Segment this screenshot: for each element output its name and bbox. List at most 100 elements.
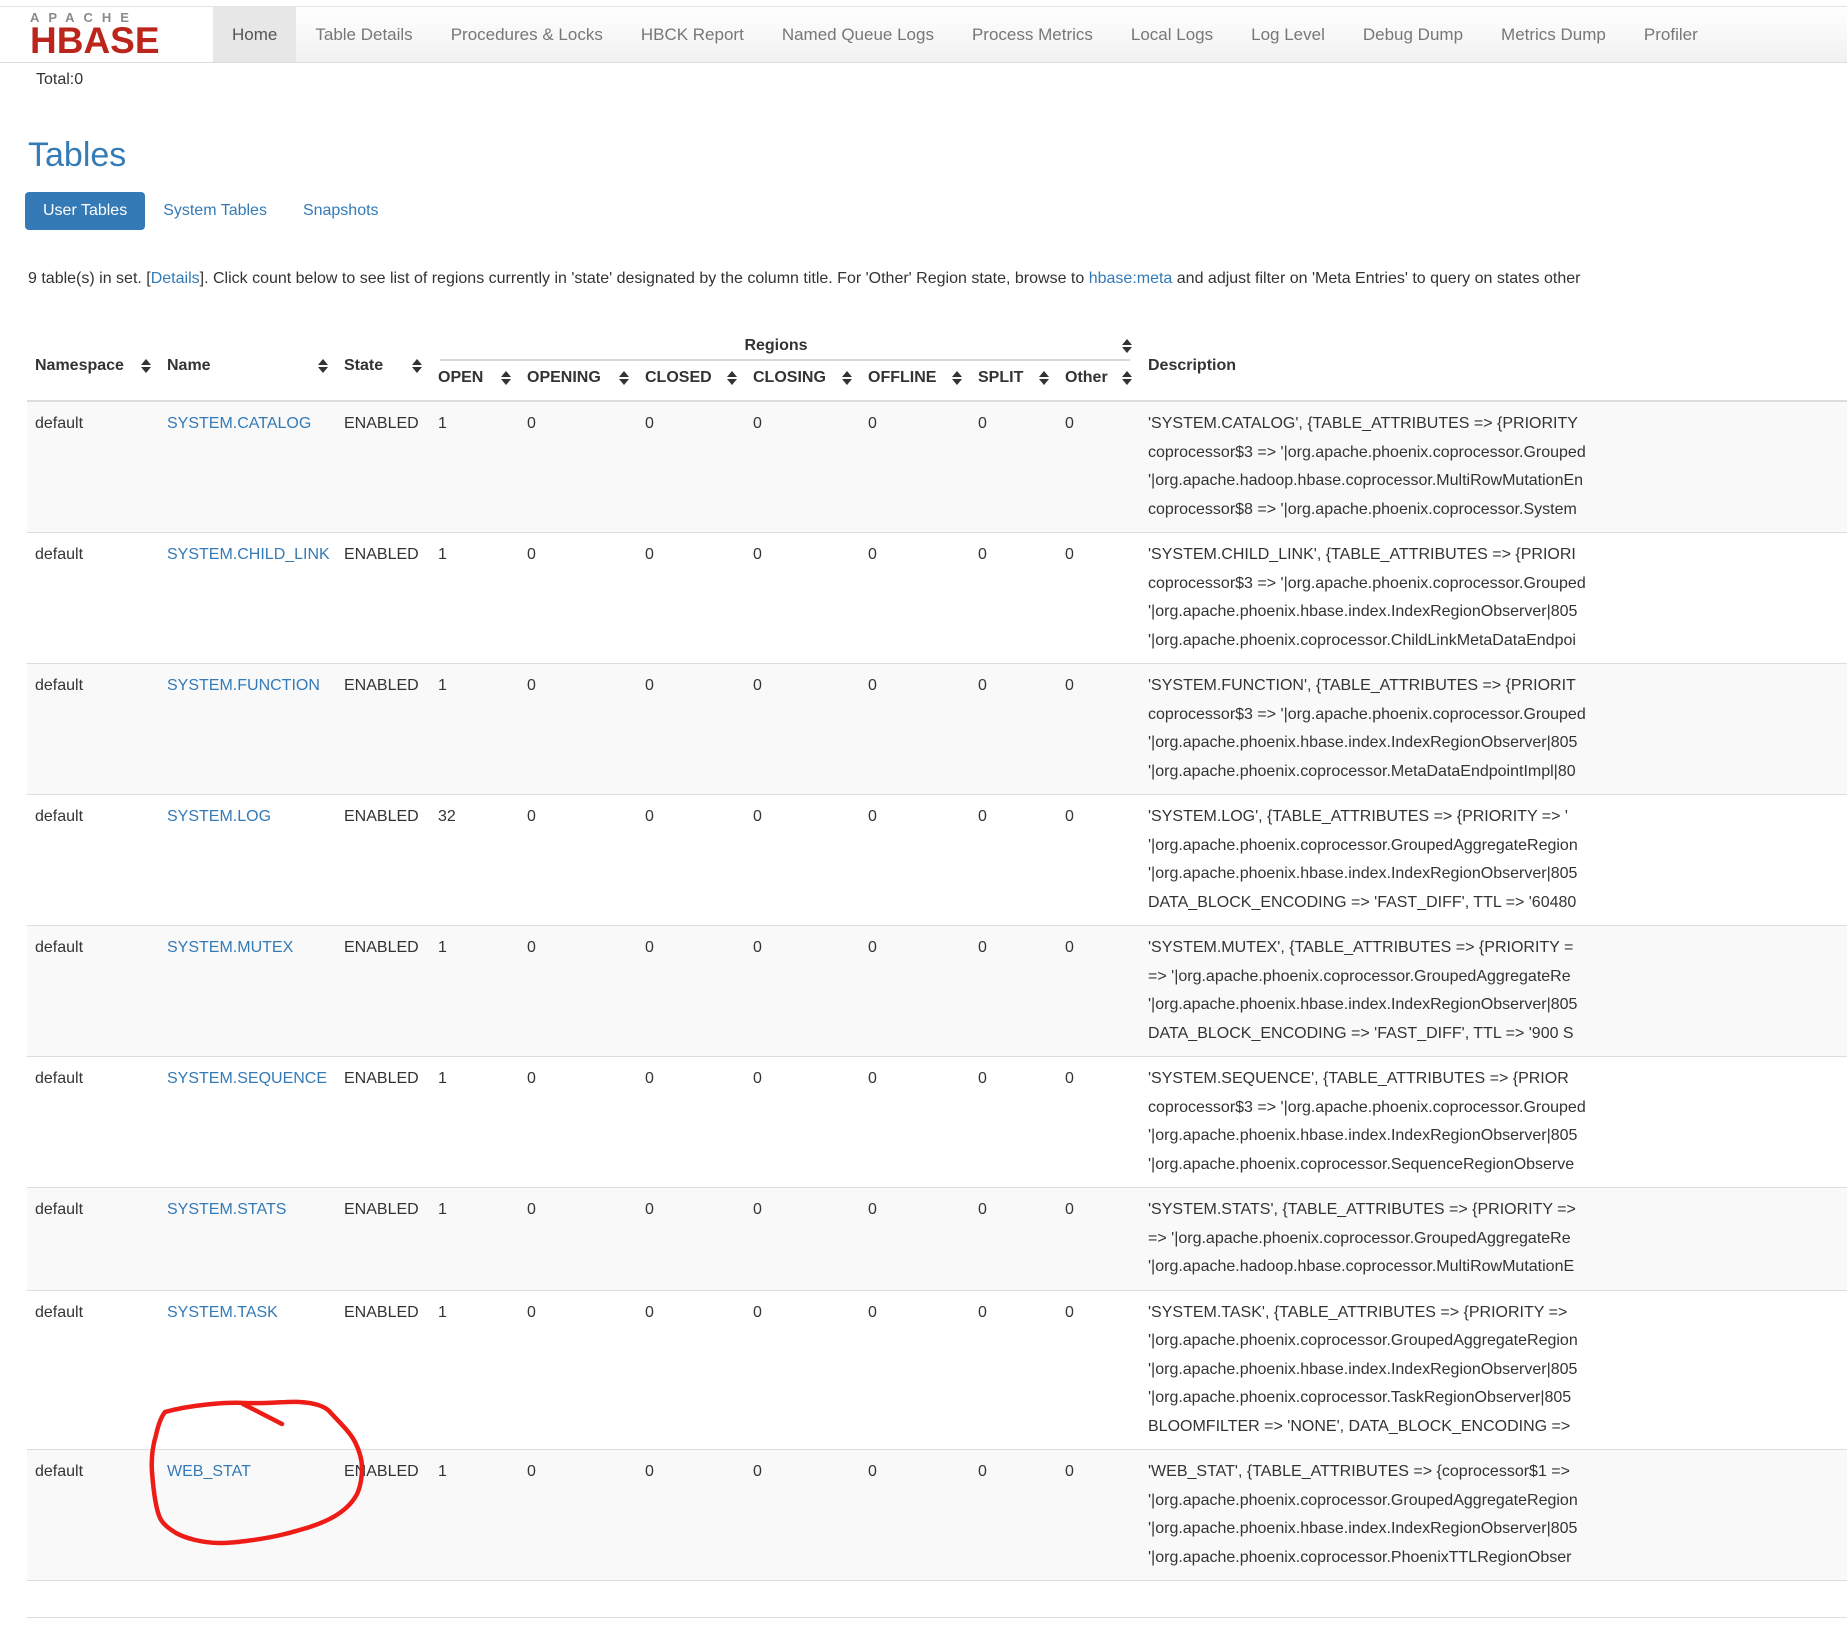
region-count-opening[interactable]: 0	[519, 1290, 637, 1450]
nav-item-named-queue-logs[interactable]: Named Queue Logs	[763, 7, 953, 62]
table-name-link[interactable]: SYSTEM.SEQUENCE	[167, 1070, 327, 1087]
sort-icon[interactable]	[1039, 371, 1049, 385]
region-count-closing[interactable]: 0	[745, 401, 860, 533]
nav-item-profiler[interactable]: Profiler	[1625, 7, 1717, 62]
region-count-offline[interactable]: 0	[860, 1057, 970, 1188]
sort-icon[interactable]	[619, 371, 629, 385]
hbase-meta-link[interactable]: hbase:meta	[1089, 270, 1173, 287]
nav-item-home[interactable]: Home	[213, 7, 296, 62]
col-header-split[interactable]: SPLIT	[970, 361, 1057, 401]
table-name-link[interactable]: SYSTEM.LOG	[167, 808, 271, 825]
region-count-closed[interactable]: 0	[637, 926, 745, 1057]
region-count-split[interactable]: 0	[970, 1188, 1057, 1291]
sort-icon[interactable]	[501, 371, 511, 385]
region-count-opening[interactable]: 0	[519, 664, 637, 795]
hbase-logo[interactable]: APACHE HBASE	[0, 7, 213, 62]
table-name-link[interactable]: SYSTEM.CATALOG	[167, 415, 311, 432]
region-count-opening[interactable]: 0	[519, 533, 637, 664]
col-header-namespace[interactable]: Namespace	[27, 331, 159, 401]
region-count-split[interactable]: 0	[970, 1290, 1057, 1450]
region-count-offline[interactable]: 0	[860, 401, 970, 533]
region-count-split[interactable]: 0	[970, 926, 1057, 1057]
region-count-closed[interactable]: 0	[637, 533, 745, 664]
region-count-opening[interactable]: 0	[519, 1057, 637, 1188]
region-count-closing[interactable]: 0	[745, 795, 860, 926]
region-count-open[interactable]: 32	[430, 795, 519, 926]
sort-icon[interactable]	[842, 371, 852, 385]
sort-icon[interactable]	[412, 359, 422, 373]
sort-icon[interactable]	[1122, 371, 1132, 385]
col-header-closed[interactable]: CLOSED	[637, 361, 745, 401]
table-name-link[interactable]: SYSTEM.MUTEX	[167, 939, 293, 956]
region-count-open[interactable]: 1	[430, 1057, 519, 1188]
region-count-other[interactable]: 0	[1057, 664, 1140, 795]
sort-icon[interactable]	[141, 359, 151, 373]
region-count-offline[interactable]: 0	[860, 1290, 970, 1450]
region-count-closing[interactable]: 0	[745, 1450, 860, 1581]
region-count-other[interactable]: 0	[1057, 1188, 1140, 1291]
table-name-link[interactable]: WEB_STAT	[167, 1463, 251, 1480]
region-count-other[interactable]: 0	[1057, 401, 1140, 533]
region-count-closing[interactable]: 0	[745, 1188, 860, 1291]
region-count-open[interactable]: 1	[430, 926, 519, 1057]
region-count-open[interactable]: 1	[430, 533, 519, 664]
region-count-split[interactable]: 0	[970, 664, 1057, 795]
col-header-other[interactable]: Other	[1057, 361, 1140, 401]
region-count-closed[interactable]: 0	[637, 1290, 745, 1450]
table-name-link[interactable]: SYSTEM.STATS	[167, 1201, 286, 1218]
col-header-opening[interactable]: OPENING	[519, 361, 637, 401]
nav-item-metrics-dump[interactable]: Metrics Dump	[1482, 7, 1625, 62]
nav-item-hbck-report[interactable]: HBCK Report	[622, 7, 763, 62]
region-count-open[interactable]: 1	[430, 1450, 519, 1581]
region-count-other[interactable]: 0	[1057, 1290, 1140, 1450]
details-link[interactable]: Details	[151, 270, 200, 287]
nav-item-log-level[interactable]: Log Level	[1232, 7, 1344, 62]
tab-snapshots[interactable]: Snapshots	[285, 192, 397, 230]
nav-item-table-details[interactable]: Table Details	[296, 7, 431, 62]
region-count-closing[interactable]: 0	[745, 1290, 860, 1450]
region-count-opening[interactable]: 0	[519, 1450, 637, 1581]
region-count-closed[interactable]: 0	[637, 664, 745, 795]
sort-icon[interactable]	[727, 371, 737, 385]
col-header-open[interactable]: OPEN	[430, 361, 519, 401]
region-count-split[interactable]: 0	[970, 1450, 1057, 1581]
region-count-closed[interactable]: 0	[637, 795, 745, 926]
region-count-closing[interactable]: 0	[745, 664, 860, 795]
region-count-closing[interactable]: 0	[745, 926, 860, 1057]
region-count-offline[interactable]: 0	[860, 926, 970, 1057]
region-count-open[interactable]: 1	[430, 401, 519, 533]
region-count-offline[interactable]: 0	[860, 1188, 970, 1291]
nav-item-procedures-locks[interactable]: Procedures & Locks	[432, 7, 622, 62]
region-count-split[interactable]: 0	[970, 533, 1057, 664]
nav-item-debug-dump[interactable]: Debug Dump	[1344, 7, 1482, 62]
region-count-offline[interactable]: 0	[860, 795, 970, 926]
nav-item-process-metrics[interactable]: Process Metrics	[953, 7, 1112, 62]
col-header-closing[interactable]: CLOSING	[745, 361, 860, 401]
region-count-closing[interactable]: 0	[745, 1057, 860, 1188]
region-count-opening[interactable]: 0	[519, 795, 637, 926]
col-header-offline[interactable]: OFFLINE	[860, 361, 970, 401]
nav-item-local-logs[interactable]: Local Logs	[1112, 7, 1232, 62]
sort-icon[interactable]	[318, 359, 328, 373]
region-count-closing[interactable]: 0	[745, 533, 860, 664]
table-name-link[interactable]: SYSTEM.CHILD_LINK	[167, 546, 330, 563]
col-header-name[interactable]: Name	[159, 331, 336, 401]
region-count-open[interactable]: 1	[430, 1290, 519, 1450]
region-count-closed[interactable]: 0	[637, 1188, 745, 1291]
region-count-split[interactable]: 0	[970, 401, 1057, 533]
region-count-offline[interactable]: 0	[860, 1450, 970, 1581]
region-count-other[interactable]: 0	[1057, 926, 1140, 1057]
table-name-link[interactable]: SYSTEM.TASK	[167, 1304, 278, 1321]
table-name-link[interactable]: SYSTEM.FUNCTION	[167, 677, 320, 694]
region-count-opening[interactable]: 0	[519, 926, 637, 1057]
region-count-open[interactable]: 1	[430, 1188, 519, 1291]
region-count-closed[interactable]: 0	[637, 1450, 745, 1581]
tab-system-tables[interactable]: System Tables	[145, 192, 285, 230]
region-count-other[interactable]: 0	[1057, 1057, 1140, 1188]
region-count-opening[interactable]: 0	[519, 401, 637, 533]
region-count-split[interactable]: 0	[970, 795, 1057, 926]
region-count-opening[interactable]: 0	[519, 1188, 637, 1291]
region-count-closed[interactable]: 0	[637, 401, 745, 533]
region-count-other[interactable]: 0	[1057, 1450, 1140, 1581]
region-count-closed[interactable]: 0	[637, 1057, 745, 1188]
